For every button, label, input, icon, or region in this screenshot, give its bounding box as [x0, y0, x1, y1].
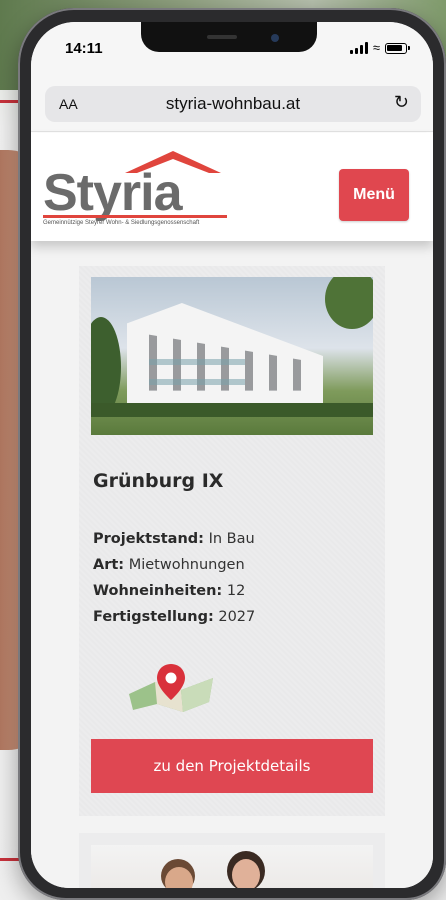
speaker-grille — [207, 35, 237, 39]
hedge — [91, 403, 373, 417]
project-card: Grünburg IX Projektstand: In Bau Art: Mi… — [79, 266, 385, 816]
page-content: Grünburg IX Projektstand: In Bau Art: Mi… — [31, 241, 433, 888]
tree — [325, 277, 373, 329]
reload-icon[interactable]: ↻ — [394, 92, 409, 113]
styria-logo[interactable]: Styria Gemeinnützige Steyrer Wohn- & Sie… — [43, 151, 229, 229]
fact-value: In Bau — [208, 531, 255, 547]
map-pin-icon[interactable] — [125, 658, 217, 714]
logo-wordmark: Styria — [43, 164, 183, 222]
fact-label: Wohneinheiten: — [93, 583, 223, 599]
fact-label: Art: — [93, 557, 125, 573]
fact-status: Projektstand: In Bau — [93, 526, 255, 552]
project-image[interactable] — [91, 277, 373, 435]
front-camera — [271, 34, 279, 42]
menu-button[interactable]: Menü — [339, 169, 409, 221]
person-face — [232, 859, 260, 888]
wifi-icon: ≈ — [372, 40, 380, 55]
site-header: Styria Gemeinnützige Steyrer Wohn- & Sie… — [31, 133, 433, 241]
phone-frame: 14:11 ≈ AA styria-wohnbau.at ↻ Styria Ge… — [18, 8, 446, 900]
fact-label: Fertigstellung: — [93, 609, 214, 625]
status-time: 14:11 — [65, 40, 103, 57]
fact-units: Wohneinheiten: 12 — [93, 578, 255, 604]
fact-label: Projektstand: — [93, 531, 204, 547]
next-project-image[interactable] — [91, 845, 373, 888]
tree — [91, 317, 121, 417]
logo-underline — [43, 215, 227, 218]
logo-subtitle: Gemeinnützige Steyrer Wohn- & Siedlungsg… — [43, 220, 200, 226]
battery-icon — [385, 42, 410, 54]
fact-value: 2027 — [218, 609, 256, 625]
project-details-button[interactable]: zu den Projektdetails — [91, 739, 373, 793]
address-bar[interactable]: AA styria-wohnbau.at ↻ — [45, 86, 421, 122]
fact-completion: Fertigstellung: 2027 — [93, 604, 255, 630]
fact-type: Art: Mietwohnungen — [93, 552, 255, 578]
phone-screen: 14:11 ≈ AA styria-wohnbau.at ↻ Styria Ge… — [31, 22, 433, 888]
fact-value: 12 — [226, 583, 246, 599]
browser-toolbar: AA styria-wohnbau.at ↻ — [31, 70, 433, 132]
cellular-signal-icon — [349, 42, 368, 54]
notch — [141, 22, 317, 52]
url-text[interactable]: styria-wohnbau.at — [45, 94, 421, 114]
fact-value: Mietwohnungen — [128, 557, 245, 573]
next-project-card — [79, 833, 385, 888]
project-facts: Projektstand: In Bau Art: Mietwohnungen … — [93, 526, 255, 630]
project-title: Grünburg IX — [93, 470, 224, 492]
status-icons: ≈ — [349, 40, 410, 55]
